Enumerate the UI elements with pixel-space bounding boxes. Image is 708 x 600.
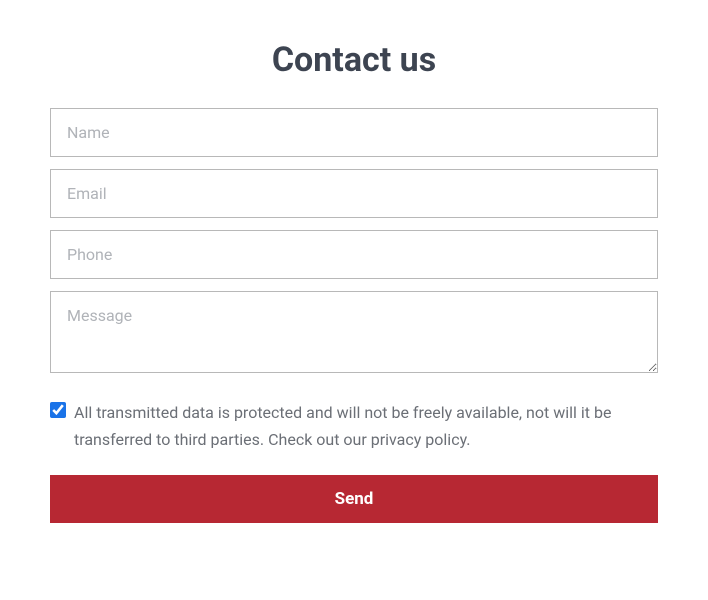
name-input[interactable] — [50, 108, 658, 157]
send-button[interactable]: Send — [50, 475, 658, 523]
consent-row: All transmitted data is protected and wi… — [50, 399, 658, 453]
phone-input[interactable] — [50, 230, 658, 279]
contact-form-container: Contact us All transmitted data is prote… — [0, 0, 708, 553]
consent-checkbox[interactable] — [50, 402, 66, 418]
email-input[interactable] — [50, 169, 658, 218]
message-textarea[interactable] — [50, 291, 658, 373]
page-title: Contact us — [50, 40, 658, 80]
consent-label: All transmitted data is protected and wi… — [74, 399, 658, 453]
